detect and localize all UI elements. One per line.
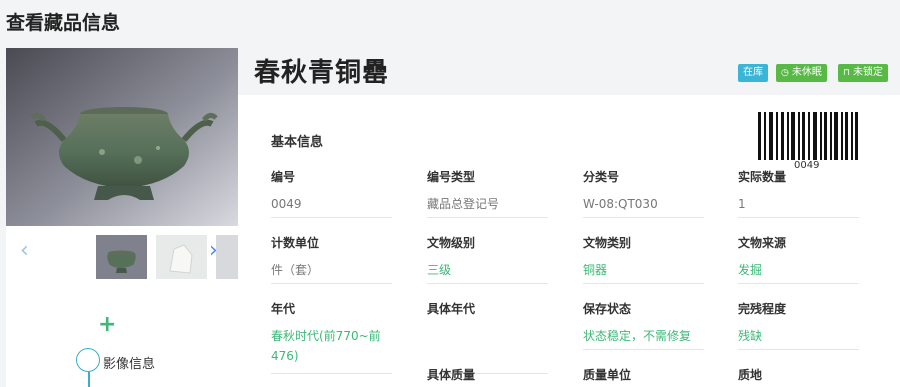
barcode — [758, 112, 858, 160]
side-panel: + 影像信息 — [6, 286, 238, 387]
timeline-node[interactable] — [76, 348, 100, 372]
field-source: 文物来源 发掘 — [738, 234, 859, 284]
field-category: 文物类别 铜器 — [583, 234, 704, 284]
status-badge-not-locked: ⊓ 未锁定 — [838, 64, 889, 82]
chevron-right-icon[interactable]: › — [209, 240, 218, 262]
clock-icon: ◷ — [781, 68, 789, 78]
page-title: 查看藏品信息 — [6, 12, 121, 34]
field-condition: 保存状态 状态稳定，不需修复 — [583, 300, 704, 350]
lock-icon: ⊓ — [843, 68, 851, 78]
thumbnail-strip: ‹ › — [6, 226, 238, 286]
field-count-unit: 计数单位 件（套） — [271, 234, 392, 284]
thumbnail-bronze[interactable] — [96, 235, 147, 279]
field-quantity: 实际数量 1 — [738, 168, 859, 218]
thumbnail-partial[interactable] — [216, 235, 238, 279]
main-photo[interactable] — [6, 48, 238, 226]
thumbnail-jade[interactable] — [156, 235, 207, 279]
section-title: 基本信息 — [271, 135, 324, 150]
info-card: 基本信息 0049 编号 0049 编号类型 藏品总登记号 分类号 W-08:Q… — [238, 95, 900, 387]
item-title: 春秋青铜罍 — [254, 58, 390, 88]
field-material: 质地 — [738, 368, 763, 382]
status-badge-not-dormant: ◷ 未休眠 — [776, 64, 827, 82]
chevron-left-icon[interactable]: ‹ — [20, 240, 29, 262]
field-mass-unit: 质量单位 — [583, 368, 632, 382]
field-id-type: 编号类型 藏品总登记号 — [427, 168, 548, 218]
field-id: 编号 0049 — [271, 168, 392, 218]
field-grade: 文物级别 三级 — [427, 234, 548, 284]
add-icon[interactable]: + — [98, 314, 116, 336]
field-specific-era: 具体年代 — [427, 300, 548, 374]
field-completeness: 完残程度 残缺 — [738, 300, 859, 350]
timeline-line — [88, 372, 90, 387]
field-mass: 具体质量 — [427, 368, 476, 382]
field-class-no: 分类号 W-08:QT030 — [583, 168, 704, 218]
bronze-vessel-image — [6, 48, 238, 226]
timeline-label[interactable]: 影像信息 — [103, 353, 155, 372]
field-era: 年代 春秋时代(前770~前476) — [271, 300, 392, 374]
status-badge-in-stock: 在库 — [738, 64, 768, 82]
